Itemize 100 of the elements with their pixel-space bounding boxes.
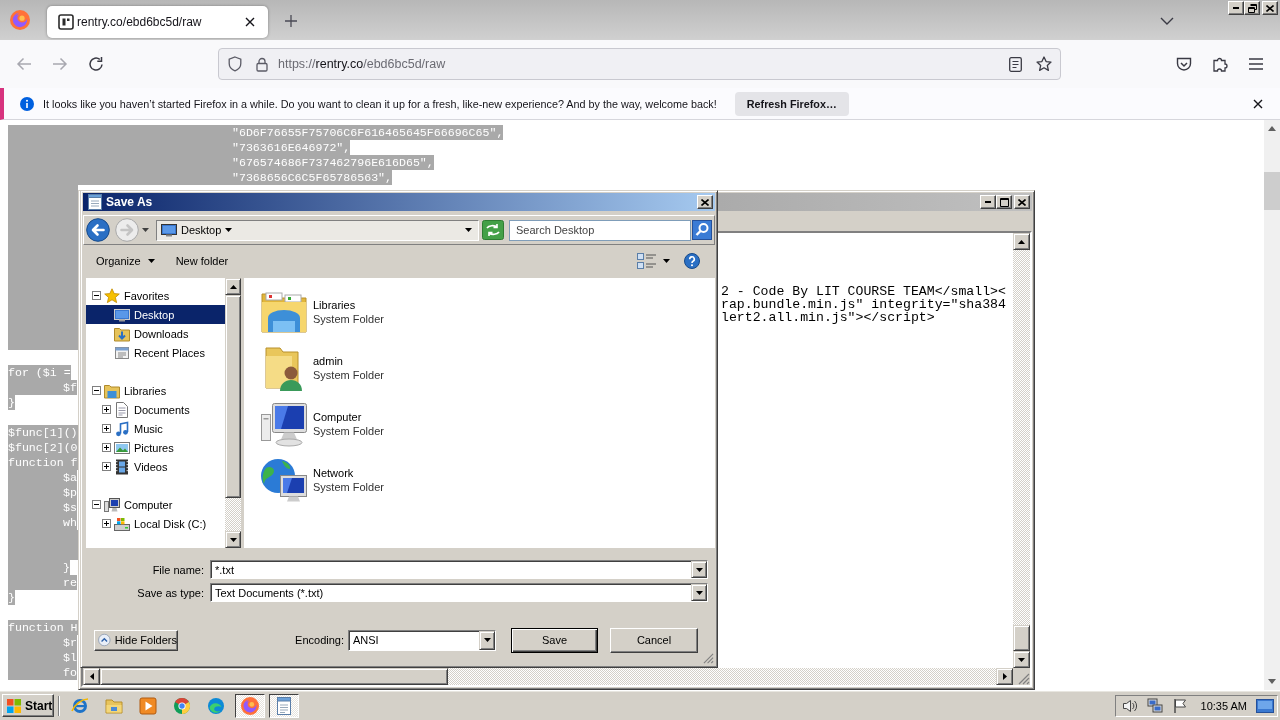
refresh-button[interactable]: Refresh Firefox… [734, 91, 849, 116]
folder-item[interactable]: Libraries System Folder [260, 284, 420, 340]
field-label: File name: [151, 563, 204, 576]
field-label: Save as type: [136, 586, 204, 599]
minimize-icon [985, 201, 991, 203]
tree-item[interactable]: Documents [86, 400, 225, 419]
minimize-button[interactable] [980, 195, 996, 209]
lock-icon[interactable] [256, 56, 268, 72]
view-options-icon[interactable] [637, 253, 657, 269]
combo-box[interactable]: ANSI [348, 629, 496, 651]
folder-item[interactable]: Computer System Folder [260, 396, 420, 452]
scroll-up-button[interactable] [225, 278, 241, 295]
maximize-icon [999, 197, 1009, 207]
folder-icon [105, 697, 123, 714]
taskbar-button[interactable] [269, 693, 299, 718]
caret-icon[interactable] [663, 259, 670, 263]
tree-item[interactable]: Desktop [86, 305, 225, 324]
browser-logo-icon[interactable] [10, 10, 30, 30]
combo-box[interactable]: Text Documents (*.txt) [210, 583, 708, 602]
close-button[interactable] [1014, 195, 1030, 209]
resize-grip-icon[interactable] [703, 653, 714, 664]
start-button[interactable]: Start [2, 694, 54, 717]
combo-box[interactable]: *.txt [210, 560, 708, 579]
dropdown-button[interactable] [691, 584, 707, 601]
search-field[interactable]: Search Desktop [509, 219, 691, 241]
windows-flag-icon [6, 697, 22, 714]
close-button[interactable] [697, 195, 713, 209]
close-icon [1253, 98, 1263, 109]
expander-icon[interactable] [102, 519, 111, 528]
tree-item[interactable]: Computer [86, 495, 225, 514]
fox-browser-icon [241, 696, 259, 715]
field-label: Encoding: [295, 634, 344, 646]
expander-icon[interactable] [102, 405, 111, 414]
dialog-button[interactable]: Save [511, 627, 598, 653]
film-icon [114, 458, 130, 475]
dialog-title: Save As [106, 195, 154, 209]
scroll-left-button[interactable] [83, 668, 100, 685]
star-icon [104, 287, 120, 304]
tree-item[interactable]: Local Disk (C:) [86, 514, 225, 533]
taskbar-button[interactable] [235, 693, 265, 718]
search-icon[interactable] [692, 220, 712, 240]
bookmark-star-icon[interactable] [1036, 56, 1052, 72]
expander-icon[interactable] [102, 443, 111, 452]
show-desktop-icon[interactable] [1256, 698, 1274, 713]
refresh-icon[interactable] [482, 220, 504, 240]
address-bar[interactable]: https://rentry.co/ebd6bc5d/raw [218, 48, 1061, 80]
recent-places-icon [114, 344, 130, 361]
restore-button[interactable] [1244, 1, 1260, 15]
dropdown-button[interactable] [479, 630, 495, 650]
tree-item[interactable]: Videos [86, 457, 225, 476]
browser-tab[interactable]: rentry.co/ebd6bc5d/raw [47, 6, 268, 38]
scrollbar-thumb[interactable] [225, 295, 241, 498]
scroll-up-arrow-icon[interactable] [1268, 126, 1276, 131]
expander-icon[interactable] [92, 386, 101, 395]
folder-item[interactable]: Network System Folder [260, 452, 420, 508]
close-icon [701, 198, 709, 206]
dialog-button[interactable]: Cancel [610, 627, 698, 653]
vertical-scrollbar[interactable] [1264, 120, 1280, 690]
location-bar[interactable]: Desktop [156, 219, 479, 241]
tree-item[interactable]: Downloads [86, 324, 225, 343]
scrollbar-thumb[interactable] [1264, 172, 1280, 210]
scrollbar-thumb[interactable] [100, 668, 448, 685]
minimize-button[interactable] [1228, 1, 1244, 15]
dropdown-button[interactable] [691, 561, 707, 578]
scroll-right-button[interactable] [996, 668, 1013, 685]
notepad-icon [276, 696, 292, 715]
tree-item[interactable]: Libraries [86, 381, 225, 400]
close-icon [1018, 198, 1026, 206]
close-button[interactable] [1262, 1, 1278, 15]
scroll-down-button[interactable] [225, 531, 241, 548]
flag-icon[interactable] [1171, 697, 1188, 714]
tree-item[interactable]: Music [86, 419, 225, 438]
scroll-down-button[interactable] [1013, 651, 1030, 668]
wave-browser-icon [207, 696, 225, 715]
expander-icon[interactable] [102, 424, 111, 433]
clock[interactable]: 10:35 AM [1200, 699, 1247, 712]
expander-icon[interactable] [92, 500, 101, 509]
scroll-down-arrow-icon[interactable] [1268, 679, 1276, 684]
scrollbar-thumb[interactable] [1013, 625, 1030, 651]
toolbar-button[interactable]: New folder [167, 250, 237, 272]
reader-view-icon[interactable] [1009, 56, 1022, 72]
tree-item[interactable]: Pictures [86, 438, 225, 457]
hide-folders-button[interactable]: Hide Folders [94, 629, 178, 651]
help-icon[interactable] [684, 253, 700, 269]
music-note-icon [114, 420, 130, 437]
menu-button[interactable]: Organize [88, 250, 163, 272]
folder-item[interactable]: admin System Folder [260, 340, 420, 396]
horizontal-scrollbar[interactable] [83, 668, 1013, 685]
tree-item[interactable]: Favorites [86, 286, 225, 305]
vertical-scrollbar[interactable] [225, 278, 241, 548]
scroll-up-button[interactable] [1013, 233, 1030, 250]
tree-item[interactable]: Recent Places [86, 343, 225, 362]
expander-icon[interactable] [92, 291, 101, 300]
expander-icon[interactable] [102, 462, 111, 471]
speaker-icon[interactable] [1121, 697, 1138, 714]
network-icon[interactable] [1146, 697, 1163, 714]
maximize-button[interactable] [996, 195, 1012, 209]
shield-icon[interactable] [228, 56, 242, 72]
right-triangle-icon [1002, 673, 1007, 680]
resize-grip-icon[interactable] [1018, 673, 1030, 685]
